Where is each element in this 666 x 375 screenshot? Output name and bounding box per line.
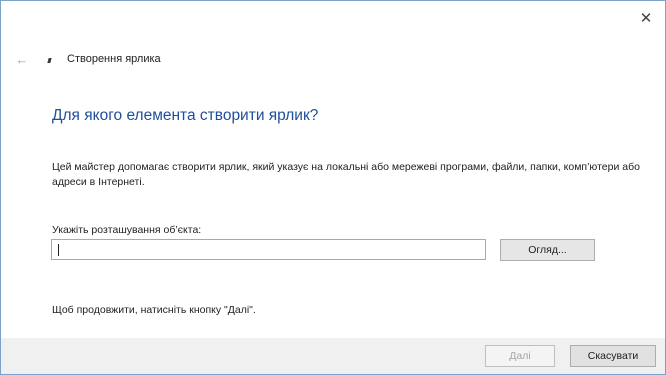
shortcut-icon [45,54,55,64]
text-caret [58,244,59,256]
location-label: Укажіть розташування об’єкта: [52,224,202,236]
wizard-title: Створення ярлика [67,53,161,65]
back-arrow-icon: ← [15,51,29,67]
next-button[interactable]: Далі [485,345,555,367]
page-heading: Для якого елемента створити ярлик? [52,107,319,124]
continue-hint: Щоб продовжити, натисніть кнопку "Далі". [52,304,256,316]
create-shortcut-window: ✕ ← Створення ярлика Для якого елемента … [0,0,666,375]
close-button[interactable]: ✕ [633,7,659,29]
browse-button[interactable]: Огляд... [500,239,595,261]
location-input[interactable] [51,239,486,260]
wizard-description: Цей майстер допомагає створити ярлик, як… [52,161,640,188]
wizard-nav: ← Створення ярлика [13,50,161,68]
cancel-button[interactable]: Скасувати [570,345,656,367]
footer-bar [1,338,665,374]
back-button[interactable]: ← [13,51,31,67]
close-icon: ✕ [639,10,653,27]
